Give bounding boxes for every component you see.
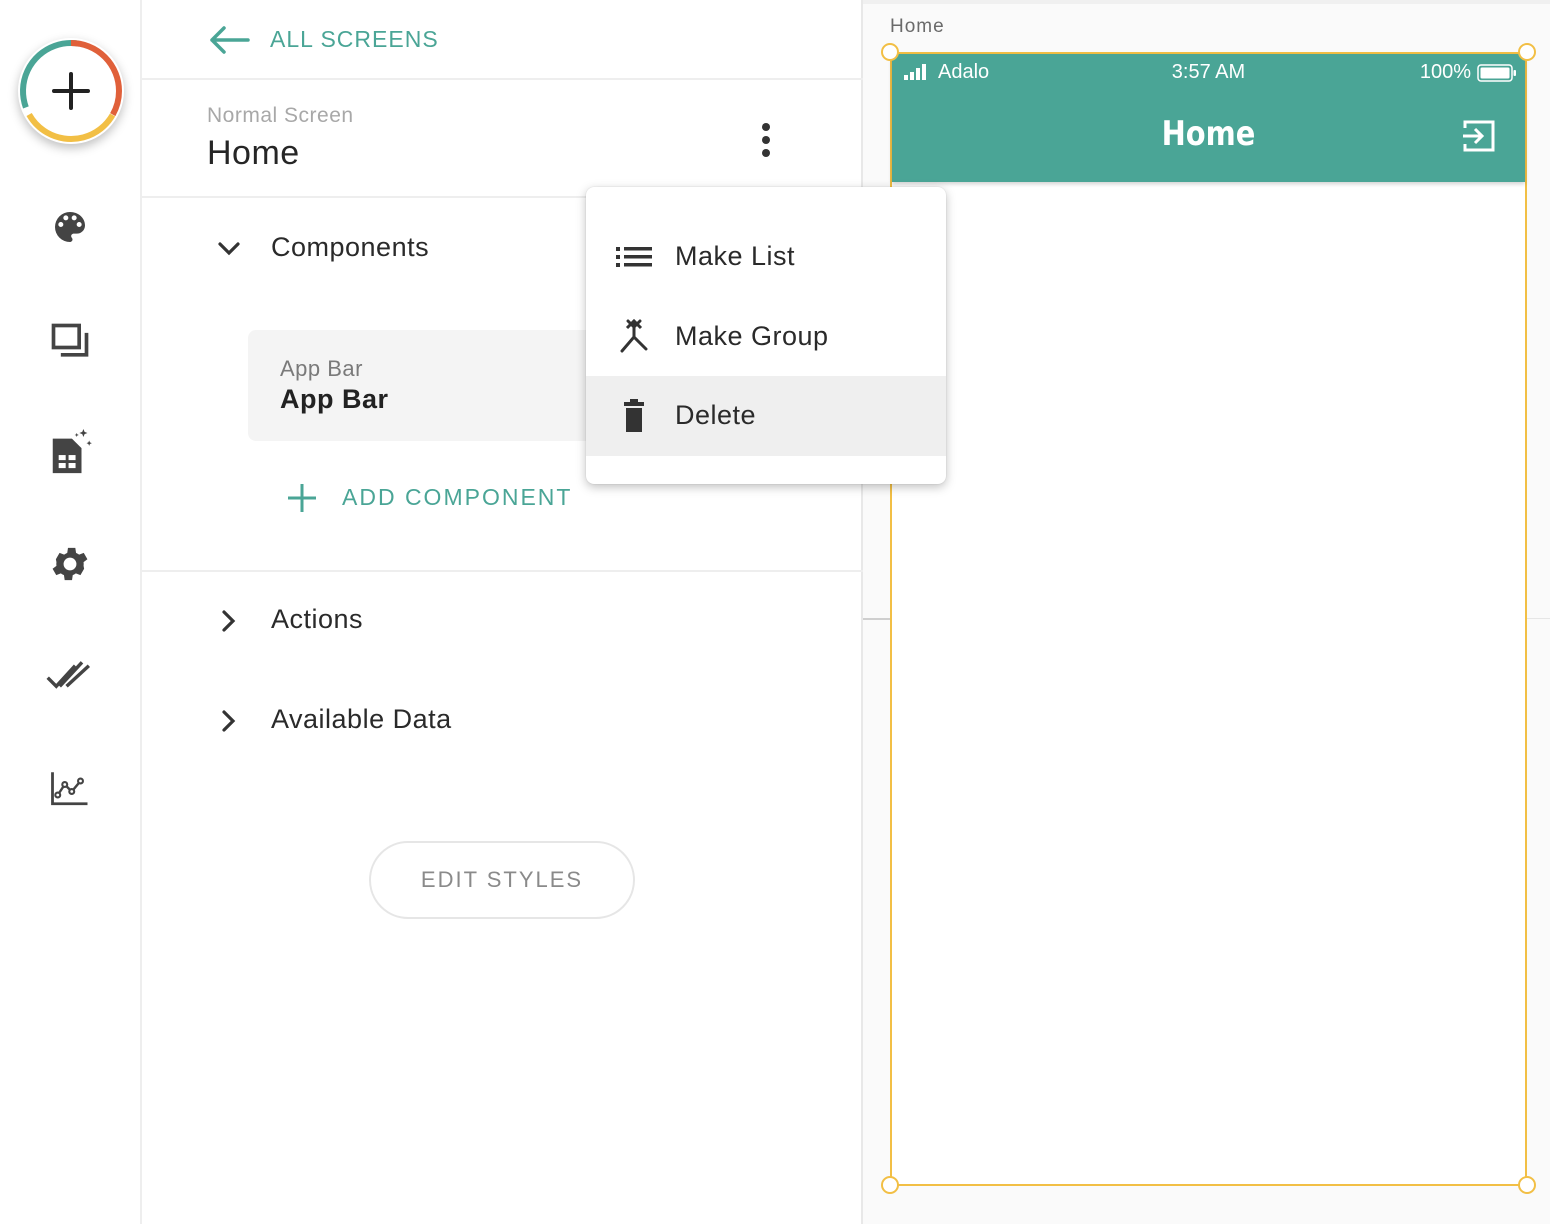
kebab-dot — [762, 136, 770, 144]
trash-icon — [624, 399, 644, 432]
kebab-dot — [762, 123, 770, 131]
plus-icon — [288, 484, 316, 512]
available-data-section-toggle[interactable]: Available Data — [142, 690, 863, 750]
all-screens-link[interactable]: ALL SCREENS — [270, 26, 439, 53]
chevron-down-icon — [218, 242, 240, 256]
database-icon[interactable] — [46, 428, 94, 476]
more-options-button[interactable] — [746, 120, 786, 160]
available-data-section-label: Available Data — [271, 704, 452, 734]
frame-label[interactable]: Home — [890, 16, 945, 38]
list-icon — [616, 247, 652, 267]
edit-styles-button[interactable]: EDIT STYLES — [369, 841, 635, 919]
battery-icon — [1477, 64, 1516, 82]
resize-handle-bottom-right[interactable] — [1518, 1176, 1536, 1194]
palette-icon[interactable] — [46, 203, 94, 251]
phone-frame[interactable]: Adalo 3:57 AM 100% Home — [890, 52, 1527, 1186]
chevron-right-icon — [222, 710, 236, 732]
component-type: App Bar — [280, 356, 363, 381]
add-icon — [20, 40, 123, 142]
screen-header: Normal Screen Home — [142, 80, 863, 198]
back-arrow-icon[interactable] — [208, 26, 250, 54]
resize-handle-top-left[interactable] — [881, 43, 899, 61]
actions-section-label: Actions — [271, 604, 364, 634]
component-name: App Bar — [280, 384, 389, 414]
resize-handle-top-right[interactable] — [1518, 43, 1536, 61]
menu-item-make-list[interactable]: Make List — [586, 217, 946, 297]
merge-icon — [620, 319, 648, 353]
section-divider — [142, 570, 863, 572]
canvas-guide — [863, 618, 890, 620]
app-root: ALL SCREENS Normal Screen Home Component… — [0, 0, 1550, 1224]
app-bar-title: Home — [1161, 114, 1256, 154]
battery-percent: 100% — [1419, 61, 1471, 83]
status-bar: Adalo 3:57 AM 100% — [892, 54, 1525, 90]
menu-item-label: Make List — [675, 241, 796, 271]
screen-name: Home — [207, 134, 300, 172]
settings-icon[interactable] — [46, 540, 94, 588]
analytics-icon[interactable] — [46, 764, 94, 812]
canvas[interactable]: Home Adalo 3:57 AM 100% Home — [863, 0, 1550, 1224]
context-menu: Make List Make Group Delete — [586, 187, 946, 484]
add-button[interactable] — [18, 38, 124, 144]
components-section-label: Components — [271, 232, 430, 262]
add-component-button[interactable]: ADD COMPONENT — [286, 478, 586, 518]
actions-section-toggle[interactable]: Actions — [142, 590, 863, 650]
screen-panel: ALL SCREENS Normal Screen Home Component… — [142, 0, 863, 1224]
menu-item-delete[interactable]: Delete — [586, 376, 946, 456]
add-component-label: ADD COMPONENT — [342, 484, 573, 510]
app-bar-preview[interactable]: Adalo 3:57 AM 100% Home — [892, 54, 1525, 182]
resize-handle-bottom-left[interactable] — [881, 1176, 899, 1194]
kebab-dot — [762, 149, 770, 157]
canvas-top-border — [863, 0, 1550, 4]
menu-item-make-group[interactable]: Make Group — [586, 297, 946, 377]
back-row: ALL SCREENS — [142, 0, 863, 80]
menu-item-label: Delete — [675, 400, 757, 430]
left-toolbar — [0, 0, 142, 1224]
screen-type-label: Normal Screen — [207, 104, 354, 127]
publish-icon[interactable] — [46, 652, 94, 700]
component-card-app-bar[interactable]: App Bar App Bar — [248, 330, 628, 441]
menu-item-label: Make Group — [675, 321, 829, 351]
logout-icon[interactable] — [1461, 118, 1497, 154]
chevron-right-icon — [222, 610, 236, 632]
screens-icon[interactable] — [46, 318, 94, 366]
canvas-guide — [1527, 618, 1550, 619]
